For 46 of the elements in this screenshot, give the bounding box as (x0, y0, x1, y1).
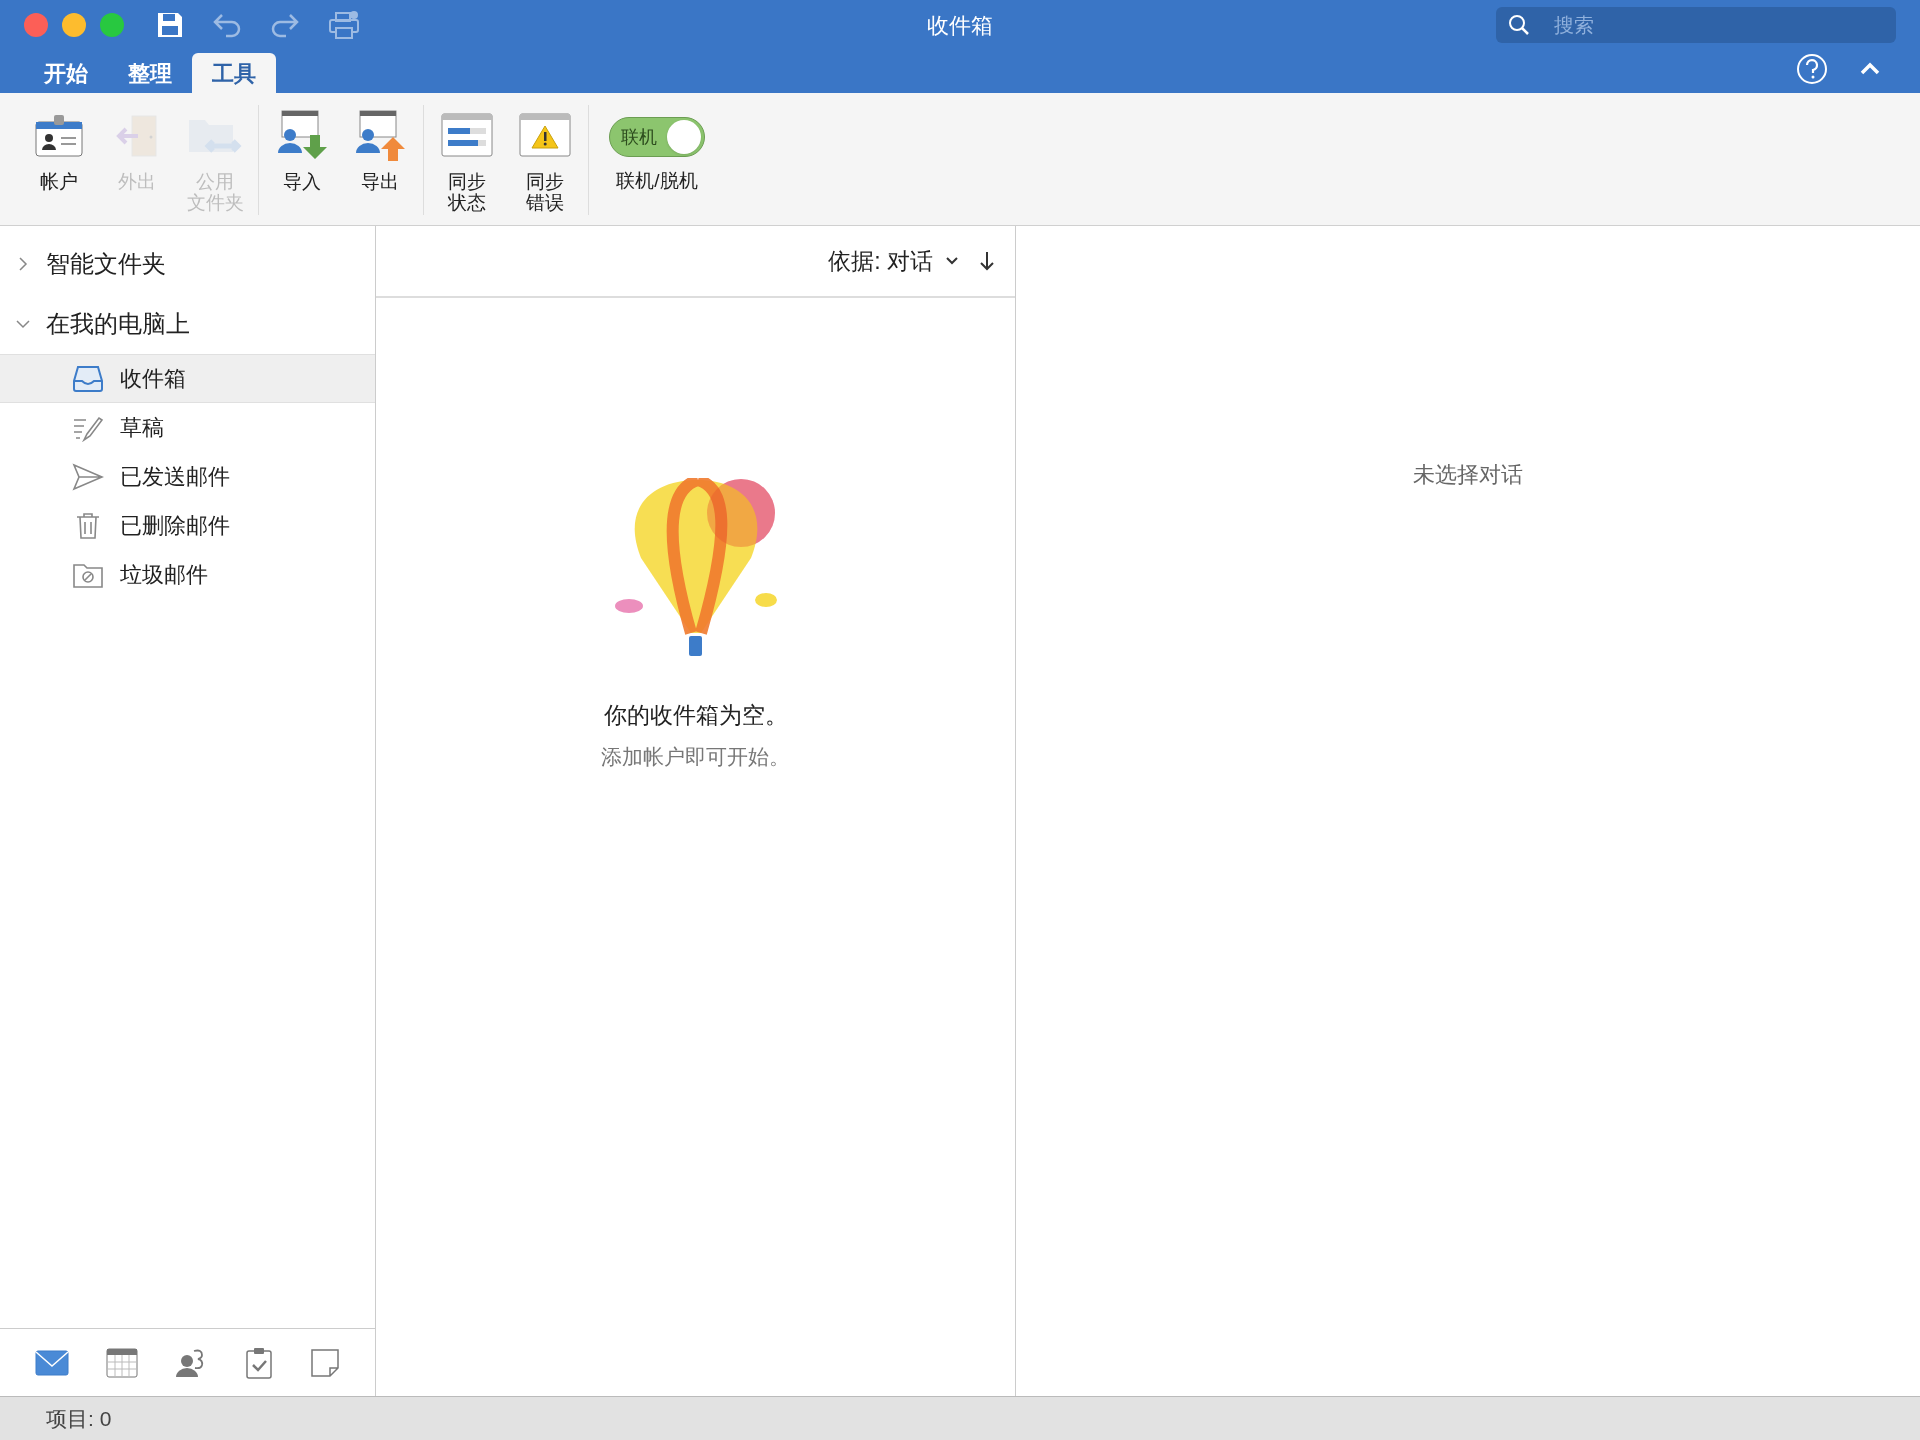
empty-hint: 添加帐户即可开始。 (601, 743, 790, 770)
status-text: 项目: 0 (46, 1405, 112, 1432)
ribbon-tab[interactable]: 开始 (24, 53, 108, 93)
progress-window-icon (440, 112, 494, 160)
folder-item[interactable]: 已发送邮件 (0, 452, 375, 501)
minimize-button[interactable] (62, 13, 86, 37)
collapse-chevron-icon[interactable] (1860, 62, 1880, 76)
window-title: 收件箱 (927, 11, 993, 40)
chevron-down-icon (945, 256, 959, 266)
zoom-button[interactable] (100, 13, 124, 37)
ribbon-button[interactable]: 帐户 (24, 105, 94, 215)
inbox-tray-icon (72, 364, 104, 393)
id-card-icon (34, 112, 84, 160)
note-icon[interactable] (309, 1346, 342, 1379)
ribbon-tab[interactable]: 整理 (108, 53, 192, 93)
calendar-icon[interactable] (105, 1346, 140, 1379)
undo-icon[interactable] (212, 12, 242, 38)
ribbon-tab[interactable]: 工具 (192, 53, 276, 93)
printer-icon[interactable] (328, 10, 360, 40)
folder-group[interactable]: 智能文件夹 (0, 234, 375, 294)
ribbon-button[interactable]: 同步 状态 (432, 105, 502, 215)
chevron-right-icon (16, 257, 30, 271)
ribbon-button[interactable]: 导出 (345, 105, 415, 215)
empty-title: 你的收件箱为空。 (603, 701, 788, 730)
online-toggle[interactable]: 联机 (609, 117, 705, 157)
folder-item[interactable]: 草稿 (0, 403, 375, 452)
sort-arrow-icon[interactable] (979, 250, 995, 272)
help-icon[interactable] (1796, 53, 1828, 85)
ribbon-button[interactable]: 同步 错误 (510, 105, 580, 215)
mail-icon[interactable] (33, 1347, 70, 1378)
sort-dropdown[interactable]: 依据: 对话 (828, 243, 959, 279)
search-field[interactable]: 搜索 (1496, 7, 1896, 43)
ribbon-button[interactable]: 导入 (267, 105, 337, 215)
toggle-label: 联机/脱机 (616, 169, 698, 193)
empty-reading-text: 未选择对话 (1413, 461, 1523, 489)
search-icon (1508, 14, 1530, 36)
warning-window-icon (518, 112, 572, 160)
clipboard-check-icon[interactable] (243, 1345, 274, 1380)
folder-item[interactable]: 收件箱 (0, 354, 375, 403)
chevron-down-icon (16, 317, 30, 331)
folder-item[interactable]: 已删除邮件 (0, 501, 375, 550)
paper-plane-icon (72, 462, 104, 491)
redo-icon[interactable] (270, 12, 300, 38)
save-icon[interactable] (156, 11, 184, 39)
folder-group[interactable]: 在我的电脑上 (0, 294, 375, 354)
folder-item[interactable]: 垃圾邮件 (0, 550, 375, 599)
